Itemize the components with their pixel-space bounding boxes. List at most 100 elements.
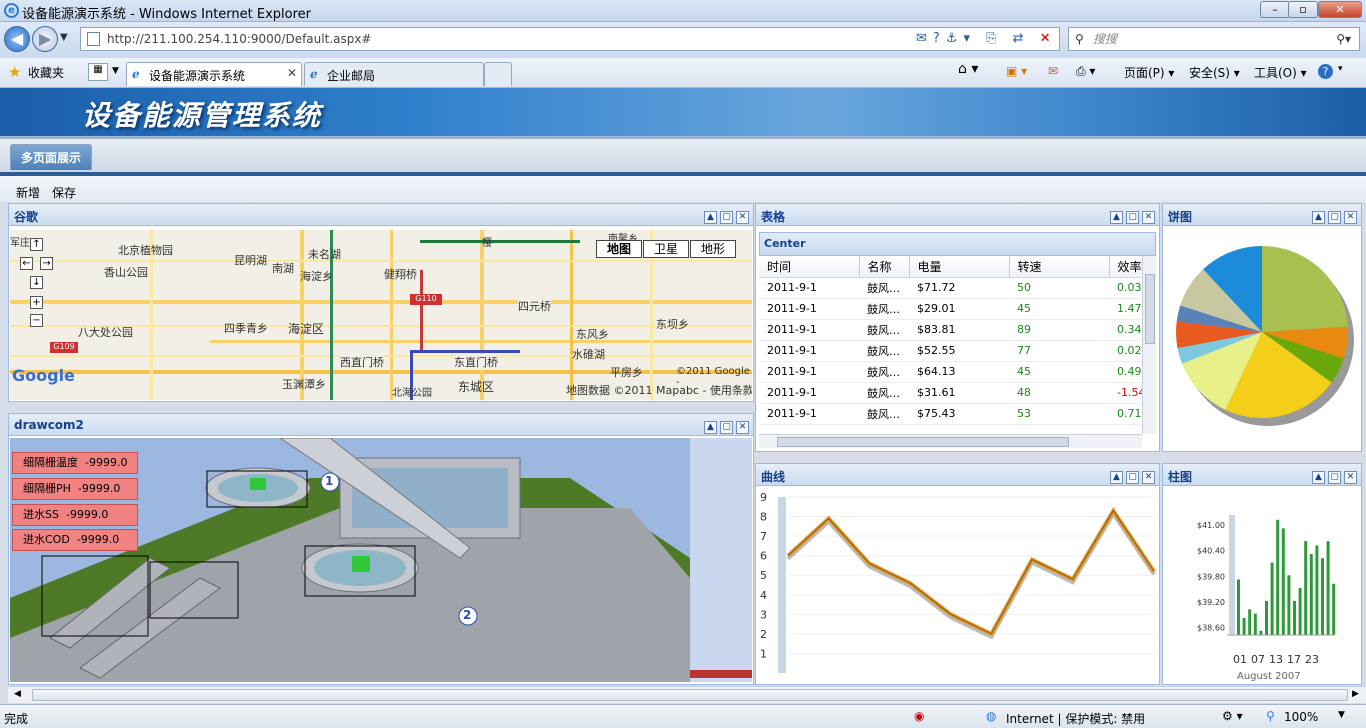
table-row[interactable]: 2011-9-1鼓风…$71.72500.03%	[759, 277, 1142, 299]
tab-enterprise-mail[interactable]: ℯ 企业邮局	[304, 62, 484, 86]
maximize-icon[interactable]: ▢	[720, 211, 733, 224]
close-icon[interactable]: ✕	[1344, 471, 1357, 484]
safety-menu[interactable]: 安全(S) ▾	[1189, 64, 1240, 81]
close-icon[interactable]: ✕	[736, 211, 749, 224]
close-window-button[interactable]: ✕	[1318, 1, 1362, 18]
y-tick-label: $40.40	[1197, 547, 1225, 556]
map-type-map-button[interactable]: 地图	[596, 240, 642, 258]
search-go-icon[interactable]: ⚲▾	[1336, 28, 1351, 50]
maximize-icon[interactable]: ▢	[1328, 211, 1341, 224]
collapse-icon[interactable]: ▲	[1312, 211, 1325, 224]
pump-1	[250, 478, 266, 490]
collapse-icon[interactable]: ▲	[1110, 211, 1123, 224]
grid-horizontal-scrollbar[interactable]	[759, 434, 1142, 448]
collapse-icon[interactable]: ▲	[1110, 471, 1123, 484]
map-label: 四元桥	[518, 298, 551, 314]
plant-illustration	[10, 438, 752, 682]
back-button[interactable]: ◀	[4, 26, 30, 52]
address-icons[interactable]: ✉?⚓▾ ⎘ ⇄ ✕	[916, 31, 1057, 46]
close-tab-icon[interactable]: ✕	[287, 66, 297, 80]
maximize-icon[interactable]: ▢	[1126, 211, 1139, 224]
collapse-icon[interactable]: ▲	[704, 421, 717, 434]
collapse-icon[interactable]: ▲	[704, 211, 717, 224]
map-type-terrain-button[interactable]: 地形	[690, 240, 736, 258]
table-row[interactable]: 2011-9-1鼓风…$75.43530.71%	[759, 403, 1142, 425]
scroll-left-icon[interactable]: ◀	[14, 689, 21, 699]
tab-list-icon[interactable]: ▼	[112, 66, 119, 76]
tab-device-energy[interactable]: ℯ 设备能源演示系统 ✕	[126, 62, 302, 86]
sensor-readout[interactable]: 进水SS -9999.0	[12, 504, 138, 526]
marker-2-label[interactable]: 2	[463, 608, 471, 622]
page-menu[interactable]: 页面(P) ▾	[1124, 64, 1174, 81]
zoom-out-icon[interactable]: −	[30, 314, 43, 327]
add-button[interactable]: 新增	[16, 184, 40, 201]
table-row[interactable]: 2011-9-1鼓风…$31.6148-1.54	[759, 382, 1142, 404]
y-tick-label: $39.80	[1197, 572, 1225, 581]
column-header[interactable]: 名称	[859, 256, 910, 278]
y-tick-label: 5	[760, 569, 767, 582]
close-icon[interactable]: ✕	[736, 421, 749, 434]
home-icon[interactable]: ⌂ ▾	[958, 61, 978, 77]
table-row[interactable]: 2011-9-1鼓风…$52.55770.02%	[759, 340, 1142, 362]
grid-vertical-scrollbar[interactable]	[1142, 256, 1156, 434]
page-horizontal-scrollbar[interactable]: ◀ ▶	[8, 686, 1366, 703]
protected-mode-icon[interactable]: ⚙ ▾	[1222, 709, 1243, 723]
google-map[interactable]: G110 G109 北京植物园 昆明湖 香山公园 南湖 未名湖 海淀乡 健翔桥 …	[10, 230, 752, 400]
sensor-readout[interactable]: 细隔栅PH -9999.0	[12, 478, 138, 500]
zoom-in-icon[interactable]: +	[30, 296, 43, 309]
table-row[interactable]: 2011-9-1鼓风…$83.81890.34%	[759, 319, 1142, 341]
quick-tabs-icon[interactable]: ▦	[88, 63, 108, 81]
help-icon[interactable]: ?	[1318, 64, 1333, 79]
zoom-level[interactable]: 100%	[1284, 710, 1318, 724]
zoom-icon: ⚲	[1266, 709, 1275, 723]
sensor-readout[interactable]: 细隔栅温度 -9999.0	[12, 452, 138, 474]
tab-multi-page[interactable]: 多页面展示	[10, 144, 93, 170]
close-icon[interactable]: ✕	[1344, 211, 1357, 224]
close-icon[interactable]: ✕	[1142, 211, 1155, 224]
privacy-icon[interactable]: ◉	[914, 709, 924, 723]
pan-down-icon[interactable]: ↓	[30, 276, 43, 289]
favorites-button[interactable]: 收藏夹	[28, 64, 64, 81]
scroll-right-icon[interactable]: ▶	[1352, 689, 1359, 699]
help-dropdown-icon[interactable]: ▾	[1338, 64, 1343, 74]
column-header[interactable]: 效率	[1109, 256, 1142, 278]
minimize-button[interactable]: –	[1260, 1, 1290, 18]
map-type-satellite-button[interactable]: 卫星	[643, 240, 689, 258]
security-zone[interactable]: Internet | 保护模式: 禁用	[1006, 710, 1145, 727]
bar	[1259, 630, 1263, 635]
history-dropdown-icon[interactable]: ▼	[60, 32, 68, 43]
zoom-dropdown-icon[interactable]: ▼	[1338, 710, 1345, 720]
maximize-button[interactable]: ▫	[1288, 1, 1318, 18]
maximize-icon[interactable]: ▢	[1126, 471, 1139, 484]
table-cell: 0.02%	[1109, 340, 1142, 362]
mail-icon[interactable]: ✉	[1048, 64, 1058, 78]
pie-chart	[1176, 246, 1354, 426]
maximize-icon[interactable]: ▢	[720, 421, 733, 434]
google-logo: Google	[12, 366, 75, 385]
maximize-icon[interactable]: ▢	[1328, 471, 1341, 484]
save-button[interactable]: 保存	[52, 184, 76, 201]
feeds-icon[interactable]: ▣ ▾	[1006, 64, 1027, 78]
collapse-icon[interactable]: ▲	[1312, 471, 1325, 484]
forward-button[interactable]: ▶	[32, 26, 58, 52]
map-data-credit[interactable]: 地图数据 ©2011 Mapabc - 使用条款	[566, 382, 752, 398]
column-header[interactable]: 电量	[909, 256, 1010, 278]
tools-menu[interactable]: 工具(O) ▾	[1254, 64, 1307, 81]
globe-icon: ◍	[986, 709, 997, 723]
column-header[interactable]: 时间	[759, 256, 860, 278]
column-header[interactable]: 转速	[1009, 256, 1110, 278]
pie-panel: 饼图 ▲ ▢ ✕	[1162, 203, 1362, 452]
url-input[interactable]: http://211.100.254.110:9000/Default.aspx…	[80, 27, 1060, 51]
new-tab-button[interactable]	[484, 62, 512, 86]
table-row[interactable]: 2011-9-1鼓风…$29.01451.47%	[759, 298, 1142, 320]
table-row[interactable]: 2011-9-1鼓风…$64.13450.49%	[759, 361, 1142, 383]
marker-1-label[interactable]: 1	[325, 474, 333, 488]
sensor-readout[interactable]: 进水COD -9999.0	[12, 529, 138, 551]
pan-right-icon[interactable]: →	[40, 257, 53, 270]
pan-left-icon[interactable]: ←	[20, 257, 33, 270]
pan-up-icon[interactable]: ↑	[30, 238, 43, 251]
search-input[interactable]: ⚲ 搜搜 ⚲▾	[1068, 27, 1360, 51]
print-icon[interactable]: ⎙ ▾	[1076, 64, 1095, 79]
scroll-thumb[interactable]	[32, 689, 1348, 701]
close-icon[interactable]: ✕	[1142, 471, 1155, 484]
